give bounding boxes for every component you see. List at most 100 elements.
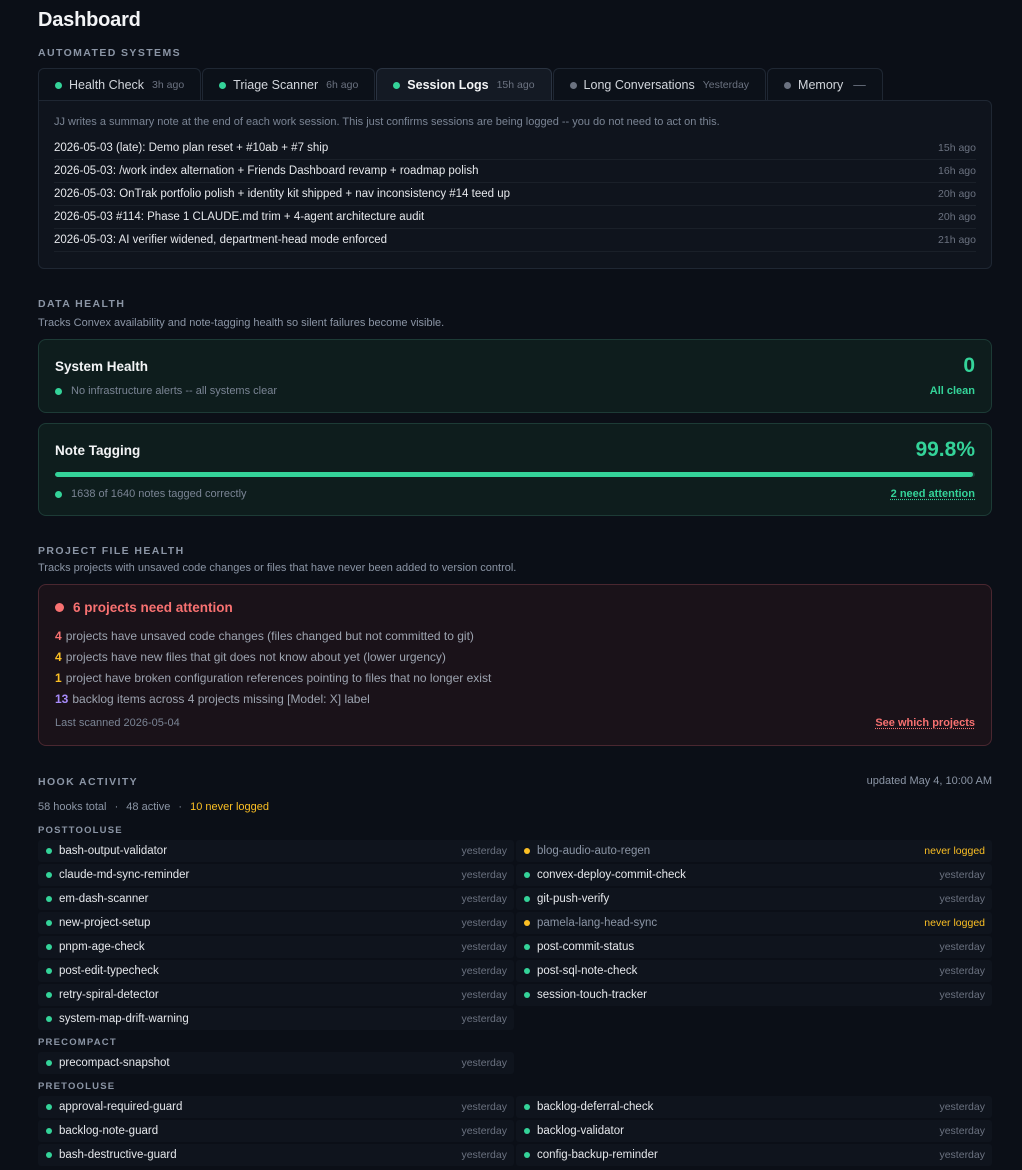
data-health-desc: Tracks Convex availability and note-tagg… — [38, 317, 445, 329]
hook-row[interactable]: blog-audio-auto-regen never logged — [516, 840, 992, 862]
see-which-projects-link[interactable]: See which projects — [875, 717, 975, 729]
alert-dot-icon — [55, 603, 64, 612]
project-health-count: 13 — [55, 692, 69, 706]
hook-last-run: yesterday — [939, 989, 985, 1001]
project-health-title: 6 projects need attention — [55, 600, 233, 615]
project-health-line: 13 backlog items across 4 projects missin… — [55, 692, 370, 706]
need-attention-link[interactable]: 2 need attention — [891, 488, 975, 500]
project-health-text: projects have unsaved code changes (file… — [65, 629, 474, 643]
hook-last-run: never logged — [924, 845, 985, 857]
session-log-time: 20h ago — [938, 211, 976, 223]
hook-row[interactable]: git-push-verify yesterday — [516, 888, 992, 910]
hook-last-run: yesterday — [461, 1149, 507, 1161]
hook-row[interactable]: pamela-lang-head-sync never logged — [516, 912, 992, 934]
hook-row[interactable]: backlog-note-guard yesterday — [38, 1120, 514, 1142]
hook-row[interactable]: new-project-setup yesterday — [38, 912, 514, 934]
hooks-active: 48 active — [126, 801, 171, 813]
hook-last-run: yesterday — [461, 989, 507, 1001]
session-logs-note: JJ writes a summary note at the end of e… — [54, 116, 720, 128]
tab-long-conversations[interactable]: Long Conversations Yesterday — [552, 68, 767, 101]
hook-row[interactable]: backlog-deferral-check yesterday — [516, 1096, 992, 1118]
status-dot-icon — [55, 387, 62, 395]
hook-last-run: yesterday — [461, 893, 507, 905]
hook-row[interactable]: bash-output-validator yesterday — [38, 840, 514, 862]
project-health-line: 4 projects have new files that git does n… — [55, 650, 446, 664]
session-log-text: 2026-05-03 #114: Phase 1 CLAUDE.md trim … — [54, 211, 425, 223]
hook-row[interactable]: session-touch-tracker yesterday — [516, 984, 992, 1006]
status-dot-icon — [46, 944, 52, 950]
status-dot-icon — [46, 968, 52, 974]
status-dot-icon — [524, 1104, 530, 1110]
project-health-text: backlog items across 4 projects missing … — [72, 692, 370, 706]
hook-grid: precompact-snapshot yesterday — [38, 1052, 992, 1074]
hook-name: backlog-deferral-check — [537, 1101, 654, 1113]
note-tagging-progress — [55, 472, 975, 477]
hook-last-run: yesterday — [939, 1149, 985, 1161]
hook-name: precompact-snapshot — [59, 1057, 170, 1069]
session-log-text: 2026-05-03 (late): Demo plan reset + #10… — [54, 142, 329, 154]
tab-memory[interactable]: Memory — — [767, 68, 883, 101]
hook-row[interactable]: em-dash-scanner yesterday — [38, 888, 514, 910]
hook-row[interactable]: claude-md-sync-reminder yesterday — [38, 864, 514, 886]
session-log-row: 2026-05-03: /work index alternation + Fr… — [54, 160, 976, 183]
status-dot-icon — [46, 992, 52, 998]
status-dot-icon — [569, 81, 577, 89]
hook-last-run: yesterday — [939, 893, 985, 905]
status-dot-icon — [219, 81, 227, 89]
hook-name: convex-deploy-commit-check — [537, 869, 686, 881]
note-tagging-card: Note Tagging 99.8% 1638 of 1640 notes ta… — [38, 423, 992, 516]
hook-row[interactable]: retry-spiral-detector yesterday — [38, 984, 514, 1006]
hook-last-run: yesterday — [461, 1013, 507, 1025]
hook-group-label: PRECOMPACT — [38, 1037, 117, 1048]
status-dot-icon — [55, 81, 62, 89]
system-health-sub: No infrastructure alerts -- all systems … — [71, 385, 277, 397]
page-title: Dashboard — [38, 9, 141, 31]
tab-triage-scanner[interactable]: Triage Scanner 6h ago — [202, 68, 376, 101]
hook-last-run: yesterday — [461, 1125, 507, 1137]
hook-row[interactable]: convex-deploy-commit-check yesterday — [516, 864, 992, 886]
tab-label: Session Logs — [407, 78, 489, 92]
tab-health-check[interactable]: Health Check 3h ago — [38, 68, 202, 101]
status-dot-icon — [393, 81, 401, 89]
hook-row[interactable]: post-sql-note-check yesterday — [516, 960, 992, 982]
session-log-row: 2026-05-03: OnTrak portfolio polish + id… — [54, 183, 976, 206]
system-health-count: 0 — [963, 354, 975, 377]
last-scanned: Last scanned 2026-05-04 — [55, 717, 180, 729]
hook-row[interactable]: system-map-drift-warning yesterday — [38, 1008, 514, 1030]
tab-ago: — — [853, 78, 866, 92]
hook-row[interactable]: precompact-snapshot yesterday — [38, 1052, 514, 1074]
hook-last-run: yesterday — [939, 1101, 985, 1113]
hook-row[interactable]: bash-destructive-guard yesterday — [38, 1144, 514, 1166]
hook-row[interactable]: config-backup-reminder yesterday — [516, 1144, 992, 1166]
hook-row[interactable]: post-commit-status yesterday — [516, 936, 992, 958]
status-dot-icon — [524, 896, 530, 902]
hook-group-label: POSTTOOLUSE — [38, 825, 123, 836]
status-dot-icon — [524, 920, 530, 926]
hook-name: approval-required-guard — [59, 1101, 183, 1113]
hook-activity-label: HOOK ACTIVITY — [38, 776, 139, 788]
hook-summary: 58 hooks total · 48 active · 10 never lo… — [38, 801, 269, 813]
session-log-text: 2026-05-03: OnTrak portfolio polish + id… — [54, 188, 511, 200]
status-dot-icon — [55, 490, 62, 498]
status-dot-icon — [46, 1152, 52, 1158]
hook-name: config-backup-reminder — [537, 1149, 658, 1161]
hook-name: post-sql-note-check — [537, 965, 638, 977]
hook-row[interactable]: approval-required-guard yesterday — [38, 1096, 514, 1118]
hook-row[interactable]: pnpm-age-check yesterday — [38, 936, 514, 958]
tab-ago: 3h ago — [152, 79, 185, 91]
session-log-time: 16h ago — [938, 165, 976, 177]
tab-session-logs[interactable]: Session Logs 15h ago — [376, 68, 552, 101]
hook-name: bash-output-validator — [59, 845, 168, 857]
hook-name: claude-md-sync-reminder — [59, 869, 190, 881]
note-tagging-percent: 99.8% — [915, 438, 975, 461]
hook-name: pnpm-age-check — [59, 941, 145, 953]
hook-row[interactable]: backlog-validator yesterday — [516, 1120, 992, 1142]
hook-name: backlog-note-guard — [59, 1125, 159, 1137]
separator: · — [114, 801, 119, 813]
hook-grid: approval-required-guard yesterday backlog-… — [38, 1096, 992, 1166]
hook-last-run: yesterday — [939, 965, 985, 977]
tab-ago: 6h ago — [326, 79, 359, 91]
automated-systems-tabs: Health Check 3h ago Triage Scanner 6h ago Se… — [38, 68, 884, 101]
system-health-title: System Health — [55, 359, 149, 374]
hook-row[interactable]: post-edit-typecheck yesterday — [38, 960, 514, 982]
